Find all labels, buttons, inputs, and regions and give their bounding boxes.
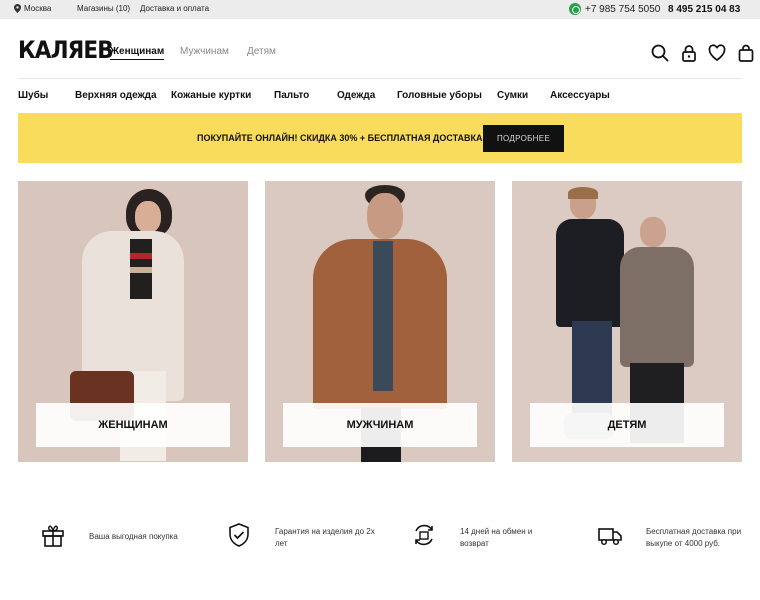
category-leather-jackets[interactable]: Кожаные куртки — [171, 90, 251, 101]
category-coats[interactable]: Пальто — [274, 90, 309, 101]
top-bar: Москва Магазины (10) Доставка и оплата +… — [0, 0, 760, 19]
delivery-link[interactable]: Доставка и оплата — [140, 4, 209, 13]
location-pin-icon — [14, 4, 21, 13]
header-divider — [18, 78, 742, 79]
phone-mobile[interactable]: +7 985 754 5050 — [585, 4, 660, 15]
category-clothing[interactable]: Одежда — [337, 90, 375, 101]
category-outerwear[interactable]: Верхняя одежда — [75, 90, 157, 101]
whatsapp-icon[interactable] — [569, 3, 581, 15]
category-bags[interactable]: Сумки — [497, 90, 528, 101]
exchange-icon — [415, 524, 433, 546]
tab-kids[interactable]: Детям — [247, 46, 276, 57]
tab-men[interactable]: Мужчинам — [180, 46, 229, 57]
city-selector[interactable]: Москва — [14, 4, 51, 13]
lock-icon[interactable] — [680, 44, 698, 62]
category-headwear[interactable]: Головные уборы — [397, 90, 482, 101]
promo-text: ПОКУПАЙТЕ ОНЛАЙН! СКИДКА 30% + БЕСПЛАТНА… — [197, 133, 483, 143]
logo[interactable]: КАЛЯЕВ — [18, 36, 114, 64]
phone-main[interactable]: 8 495 215 04 83 — [668, 4, 740, 15]
card-women[interactable]: ЖЕНЩИНАМ — [18, 181, 248, 462]
card-men[interactable]: МУЖЧИНАМ — [265, 181, 495, 462]
card-kids[interactable]: ДЕТЯМ — [512, 181, 742, 462]
truck-icon — [598, 528, 622, 546]
bag-icon[interactable] — [737, 44, 755, 62]
city-label: Москва — [24, 4, 52, 13]
card-women-label[interactable]: ЖЕНЩИНАМ — [36, 403, 230, 447]
benefit-text-warranty: Гарантия на изделия до 2х лет — [275, 527, 375, 548]
heart-icon[interactable] — [708, 44, 726, 62]
benefit-text-purchase: Ваша выгодная покупка — [89, 532, 178, 541]
search-icon[interactable] — [651, 44, 669, 62]
benefit-text-exchange: 14 дней на обмен и возврат — [460, 527, 533, 548]
card-kids-label[interactable]: ДЕТЯМ — [530, 403, 724, 447]
shield-check-icon — [229, 523, 249, 547]
category-fur[interactable]: Шубы — [18, 90, 48, 101]
benefit-text-delivery: Бесплатная доставка при выкупе от 4000 р… — [646, 527, 742, 548]
tab-women[interactable]: Женщинам — [110, 46, 165, 60]
gift-icon — [42, 525, 64, 547]
category-accessories[interactable]: Аксессуары — [550, 90, 610, 101]
promo-details-button[interactable]: ПОДРОБНЕЕ — [483, 125, 564, 152]
stores-link[interactable]: Магазины (10) — [77, 4, 130, 13]
card-men-label[interactable]: МУЖЧИНАМ — [283, 403, 477, 447]
